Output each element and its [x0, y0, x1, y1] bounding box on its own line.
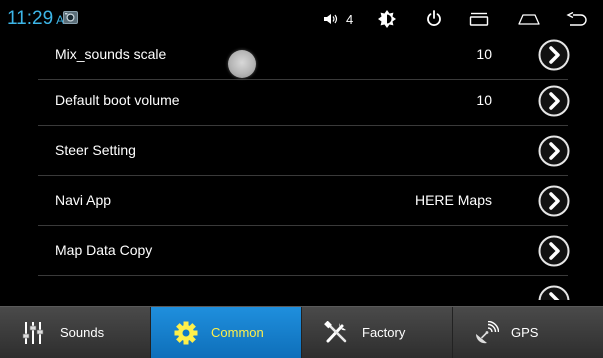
setting-row-navi-app[interactable]: Navi App HERE Maps — [38, 176, 570, 226]
brightness-icon[interactable] — [378, 10, 396, 28]
bottom-tab-bar: Sounds Common Factory GPS — [0, 306, 603, 358]
tab-common[interactable]: Common — [151, 307, 302, 358]
home-icon[interactable] — [518, 13, 540, 25]
satellite-icon — [475, 320, 499, 343]
equalizer-icon — [22, 321, 44, 344]
tab-label: GPS — [511, 325, 539, 340]
tools-icon — [324, 320, 347, 342]
setting-row-default-boot-volume[interactable]: Default boot volume 10 — [38, 76, 570, 126]
setting-value: HERE Maps — [414, 192, 492, 208]
tab-gps[interactable]: GPS — [453, 307, 603, 358]
setting-row-mix-sounds-scale[interactable]: Mix_sounds scale 10 — [38, 38, 570, 80]
clock-time: 11:29 — [7, 8, 54, 29]
tab-label: Common — [211, 325, 264, 340]
power-icon[interactable] — [426, 10, 442, 27]
setting-label: Default boot volume — [55, 92, 180, 108]
setting-value: 10 — [476, 92, 492, 108]
touch-indicator — [228, 50, 256, 78]
setting-row-map-data-copy[interactable]: Map Data Copy — [38, 226, 570, 276]
chevron-right-icon[interactable] — [538, 85, 570, 117]
camera-icon[interactable] — [63, 11, 78, 24]
chevron-right-icon[interactable] — [538, 39, 570, 71]
chevron-right-icon[interactable] — [538, 135, 570, 167]
recent-apps-icon[interactable] — [469, 12, 489, 26]
setting-label: Steer Setting — [55, 142, 136, 158]
chevron-right-icon[interactable] — [538, 185, 570, 217]
tab-sounds[interactable]: Sounds — [0, 307, 151, 358]
tab-label: Factory — [362, 325, 406, 340]
tab-label: Sounds — [60, 325, 105, 340]
volume-icon[interactable] — [323, 13, 339, 25]
back-icon[interactable] — [566, 12, 588, 26]
setting-label: Map Data Copy — [55, 242, 153, 258]
chevron-right-icon[interactable] — [538, 285, 570, 300]
volume-level: 4 — [346, 12, 354, 27]
setting-row-partial[interactable] — [38, 276, 570, 300]
status-bar: 11:29AM 4 — [0, 0, 603, 38]
tab-factory[interactable]: Factory — [302, 307, 453, 358]
setting-label: Navi App — [55, 192, 112, 208]
setting-value: 10 — [476, 46, 492, 62]
setting-row-steer-setting[interactable]: Steer Setting — [38, 126, 570, 176]
setting-label: Mix_sounds scale — [55, 46, 167, 62]
gear-icon — [174, 321, 198, 344]
chevron-right-icon[interactable] — [538, 235, 570, 267]
settings-list[interactable]: Mix_sounds scale 10 Default boot volume … — [0, 38, 603, 300]
